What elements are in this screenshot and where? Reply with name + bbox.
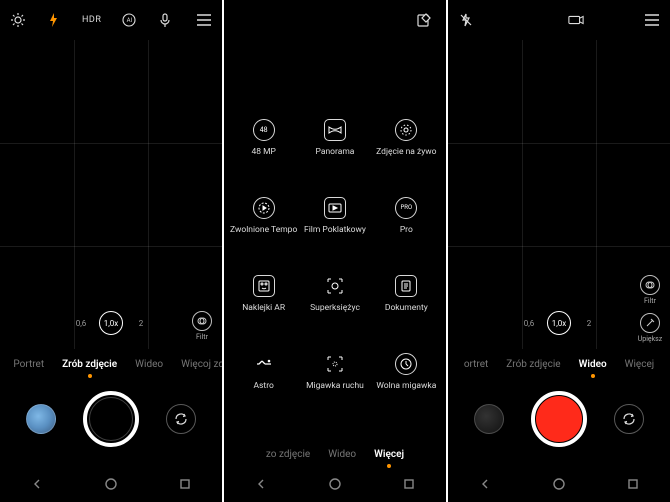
navbar	[448, 466, 670, 502]
phone-more: 4848 MP Panorama Zdjęcie na żywo Zwolnio…	[224, 0, 446, 502]
topbar	[448, 0, 670, 40]
hamburger-icon[interactable]	[644, 12, 660, 28]
settings-icon[interactable]	[568, 12, 584, 28]
mode-wiecej[interactable]: Więcej	[374, 449, 404, 460]
shutter-button[interactable]	[83, 391, 139, 447]
more-48mp[interactable]: 4848 MP	[228, 102, 299, 174]
mode-selector: Noc Portret Zrób zdjęcie Wideo Więcoj zd…	[0, 349, 222, 376]
more-grid: 4848 MP Panorama Zdjęcie na żywo Zwolnio…	[224, 40, 446, 439]
nav-back[interactable]	[252, 475, 270, 493]
more-docs[interactable]: Dokumenty	[371, 258, 442, 330]
nav-home[interactable]	[550, 475, 568, 493]
switch-camera-button[interactable]	[614, 404, 644, 434]
zoom-main[interactable]: 1,0x	[99, 311, 123, 335]
mode-wiecej[interactable]: Więcoj zdjęcie	[181, 359, 222, 370]
mode-zrob[interactable]: Zrób zdjęcie	[506, 359, 560, 370]
switch-camera-button[interactable]	[166, 404, 196, 434]
flash-icon[interactable]	[46, 12, 62, 28]
beauty-button[interactable]: Upiększ	[636, 313, 664, 343]
filter-button[interactable]: Filtr	[636, 275, 664, 305]
grid-overlay	[0, 40, 222, 349]
mode-zrob[interactable]: Zrób zdjęcie	[62, 359, 117, 370]
viewfinder[interactable]: 0,6 1,0x 2 Filtr Upiększ	[448, 40, 670, 349]
mode-wideo[interactable]: Wideo	[579, 359, 607, 370]
phone-photo: HDR AI	[0, 0, 222, 502]
zoom-row: 0,6 1,0x 2	[69, 311, 153, 335]
mode-selector: zo zdjęcie Wideo Więcej	[224, 439, 446, 466]
gallery-thumb[interactable]	[474, 404, 504, 434]
mode-selector: ortret Zrób zdjęcie Wideo Więcej	[448, 349, 670, 376]
mode-wideo[interactable]: Wideo	[135, 359, 163, 370]
nav-recent[interactable]	[400, 475, 418, 493]
zoom-row: 0,6 1,0x 2	[517, 311, 601, 335]
nav-recent[interactable]	[624, 475, 642, 493]
shutter-row	[0, 376, 222, 466]
more-timelapse[interactable]: Film Poklatkowy	[299, 180, 370, 252]
phone-video: 0,6 1,0x 2 Filtr Upiększ ortret Zrób zdj…	[448, 0, 670, 502]
navbar	[0, 466, 222, 502]
nav-recent[interactable]	[176, 475, 194, 493]
more-ar[interactable]: Naklejki AR	[228, 258, 299, 330]
more-moon[interactable]: Superksiężyc	[299, 258, 370, 330]
zoom-wide[interactable]: 0,6	[517, 311, 541, 335]
more-slowmo[interactable]: Zwolnione Tempo	[228, 180, 299, 252]
more-live[interactable]: Zdjęcie na żywo	[371, 102, 442, 174]
mode-zdjecie[interactable]: zo zdjęcie	[266, 449, 310, 460]
macro-icon[interactable]	[10, 12, 26, 28]
hamburger-icon[interactable]	[196, 12, 212, 28]
nav-back[interactable]	[28, 475, 46, 493]
edit-icon[interactable]	[416, 12, 432, 28]
filter-button[interactable]: Filtr	[188, 311, 216, 341]
mode-portret[interactable]: ortret	[464, 359, 488, 370]
gallery-thumb[interactable]	[26, 404, 56, 434]
zoom-tele[interactable]: 2	[577, 311, 601, 335]
hdr-button[interactable]: HDR	[82, 15, 101, 25]
more-pro[interactable]: PROPro	[371, 180, 442, 252]
mode-portret[interactable]: Portret	[13, 359, 44, 370]
zoom-main[interactable]: 1,0x	[547, 311, 571, 335]
nav-home[interactable]	[102, 475, 120, 493]
mode-wideo[interactable]: Wideo	[328, 449, 356, 460]
topbar: HDR AI	[0, 0, 222, 40]
more-longexp[interactable]: Wolna migawka	[371, 336, 442, 408]
viewfinder[interactable]: 0,6 1,0x 2 Filtr	[0, 40, 222, 349]
flash-off-icon[interactable]	[458, 12, 474, 28]
topbar	[224, 0, 446, 40]
zoom-wide[interactable]: 0,6	[69, 311, 93, 335]
nav-back[interactable]	[476, 475, 494, 493]
navbar	[224, 466, 446, 502]
mode-wiecej[interactable]: Więcej	[625, 359, 655, 370]
more-motion[interactable]: Migawka ruchu	[299, 336, 370, 408]
more-panorama[interactable]: Panorama	[299, 102, 370, 174]
record-button[interactable]	[531, 391, 587, 447]
more-astro[interactable]: Astro	[228, 336, 299, 408]
zoom-tele[interactable]: 2	[129, 311, 153, 335]
ai-button[interactable]: AI	[121, 12, 137, 28]
voice-icon[interactable]	[157, 12, 173, 28]
nav-home[interactable]	[326, 475, 344, 493]
shutter-row	[448, 376, 670, 466]
